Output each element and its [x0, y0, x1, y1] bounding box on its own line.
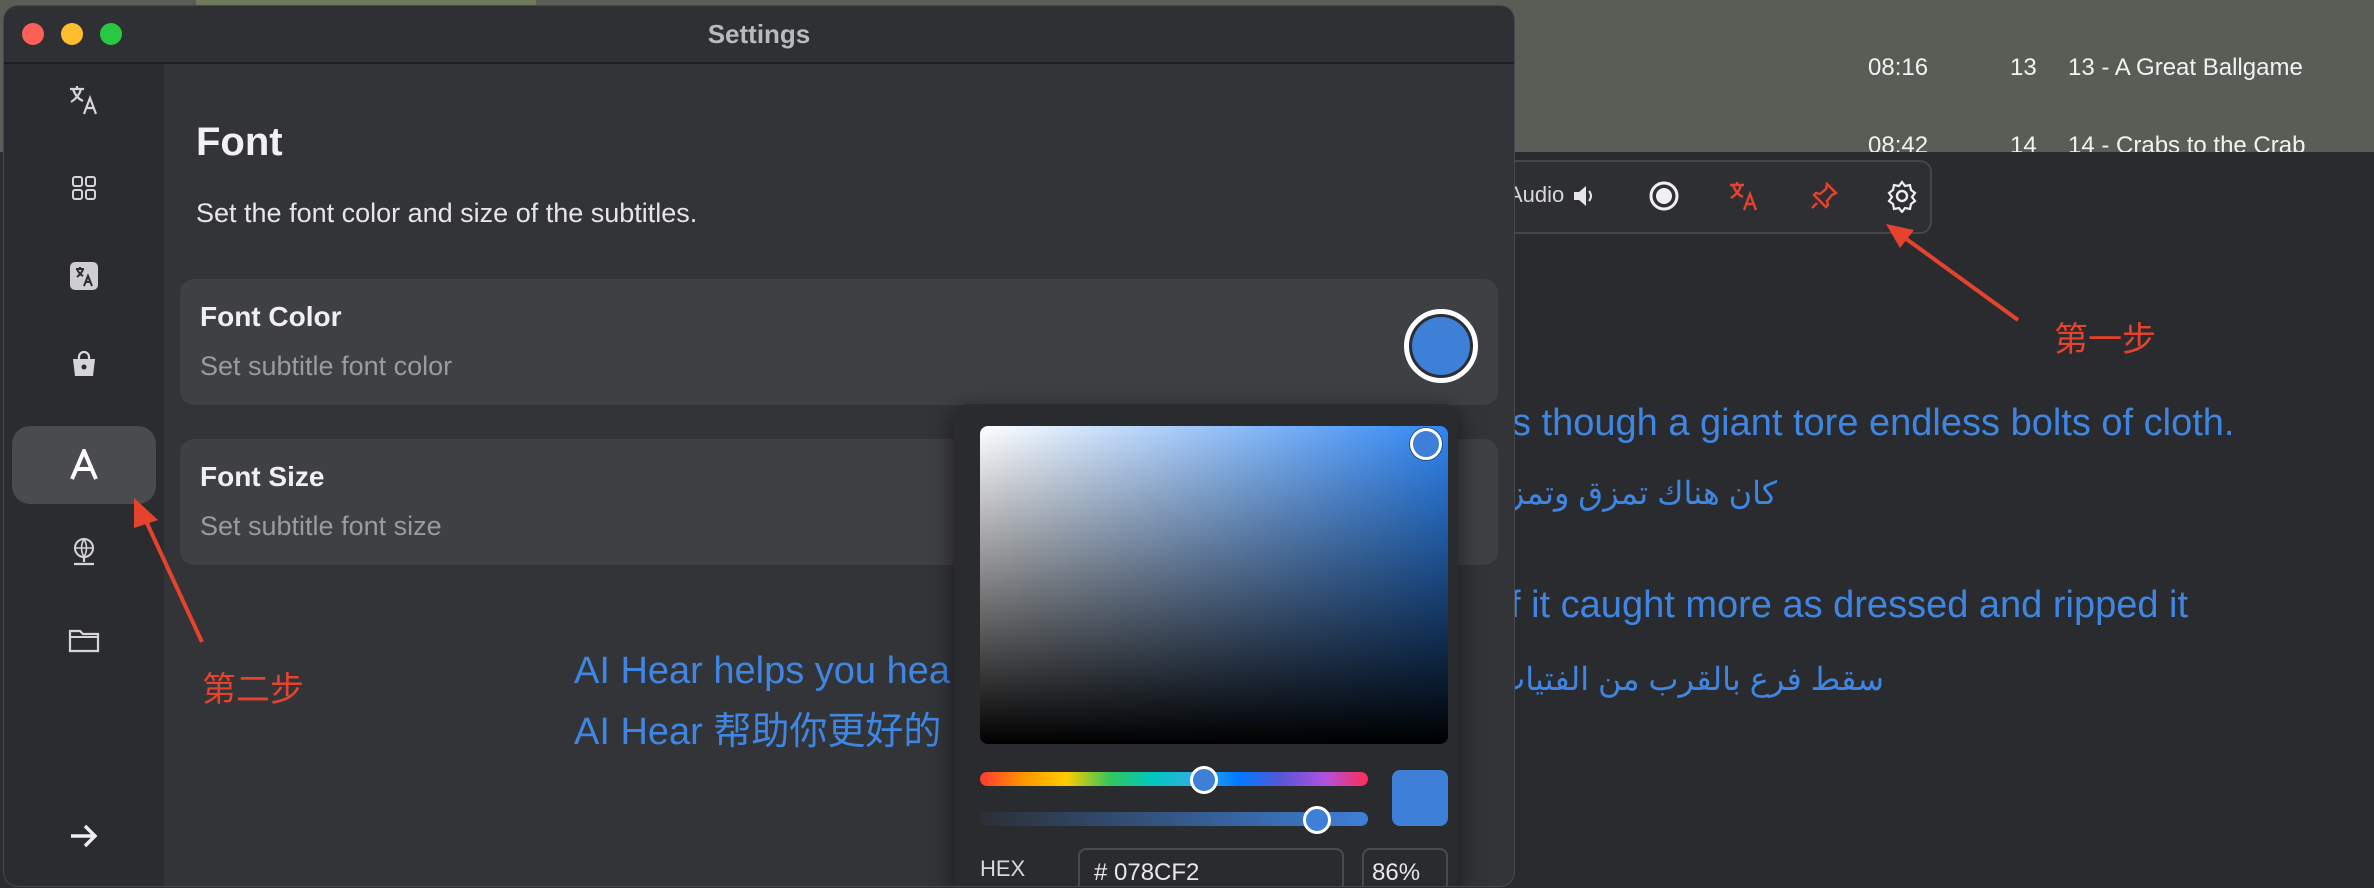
zoom-button[interactable] [100, 23, 122, 45]
audio-label[interactable]: Audio [1508, 182, 1564, 208]
font-color-swatch[interactable] [1404, 309, 1478, 383]
settings-window: Settings Font Set the font color and siz… [4, 6, 1514, 886]
alpha-percent-input[interactable]: 86% [1362, 848, 1448, 886]
annotation-arrow-step1 [1886, 224, 2020, 322]
sidebar-item-font[interactable] [12, 426, 156, 504]
color-preview [1392, 770, 1448, 826]
track-number: 13 [2010, 54, 2037, 81]
font-icon [70, 449, 98, 480]
sidebar-item-language[interactable] [12, 237, 156, 315]
track-number: 14 [2010, 132, 2037, 152]
subtitle-line-ar: سقط فرع بالقرب من الفتيات [1495, 661, 1884, 697]
font-color-card[interactable]: Font Color Set subtitle font color [180, 279, 1498, 405]
speaker-icon[interactable] [1566, 178, 1602, 214]
page-title: Font [196, 120, 283, 164]
sidebar-item-store[interactable] [12, 325, 156, 403]
subtitle-toolbar: Audio [1488, 160, 1932, 234]
close-button[interactable] [22, 23, 44, 45]
color-format-select[interactable]: HEX [980, 856, 1025, 882]
annotation-arrow-step2 [134, 498, 204, 643]
font-size-title: Font Size [200, 461, 325, 492]
translate-icon [70, 86, 98, 115]
hue-slider-handle[interactable] [1190, 766, 1219, 794]
folder-icon [68, 629, 100, 653]
saturation-value-handle[interactable] [1410, 428, 1442, 460]
sidebar-footer-button[interactable] [12, 797, 156, 875]
sidebar-item-translation[interactable] [12, 61, 156, 139]
record-icon[interactable] [1646, 178, 1682, 214]
translate-icon[interactable] [1726, 178, 1762, 214]
grid-icon [72, 176, 96, 200]
minimize-button[interactable] [61, 23, 83, 45]
subtitle-line-en: f it caught more as dressed and ripped i… [1510, 584, 2189, 626]
subtitle-line-ar: كان هناك تمزق وتمز. [1500, 475, 1778, 511]
selected-color-dot [1412, 317, 1470, 375]
preview-line-en: AI Hear helps you hea [574, 650, 951, 692]
saturation-value-area[interactable] [980, 426, 1448, 744]
track-title[interactable]: 14 - Crabs to the Crab [2068, 132, 2305, 152]
pin-icon[interactable] [1806, 178, 1842, 214]
globe-icon [74, 538, 94, 566]
window-title: Settings [707, 19, 811, 49]
arrow-right-icon [71, 824, 98, 848]
bag-icon [73, 350, 95, 376]
track-time: 08:42 [1868, 132, 1929, 152]
font-size-subtitle: Set subtitle font size [200, 511, 442, 541]
alpha-slider-handle[interactable] [1302, 806, 1331, 834]
annotation-step2: 第二步 [202, 671, 304, 709]
page-description: Set the font color and size of the subti… [196, 198, 698, 228]
sidebar-item-apps[interactable] [12, 149, 156, 227]
hue-slider[interactable] [980, 772, 1368, 786]
color-picker-popover: HEX # 078CF2 86% [954, 404, 1458, 886]
annotation-step1: 第一步 [2054, 321, 2156, 359]
translate-box-icon [70, 262, 98, 290]
sidebar [4, 64, 164, 886]
font-color-title: Font Color [200, 301, 342, 332]
track-title[interactable]: 13 - A Great Ballgame [2068, 54, 2303, 82]
font-color-subtitle: Set subtitle font color [200, 351, 453, 381]
preview-line-zh: AI Hear 帮助你更好的 [574, 711, 942, 753]
hex-input[interactable]: # 078CF2 [1078, 848, 1344, 886]
track-time: 08:16 [1868, 54, 1929, 81]
subtitle-line-en: s though a giant tore endless bolts of c… [1512, 402, 2235, 444]
gear-icon[interactable] [1884, 178, 1920, 214]
